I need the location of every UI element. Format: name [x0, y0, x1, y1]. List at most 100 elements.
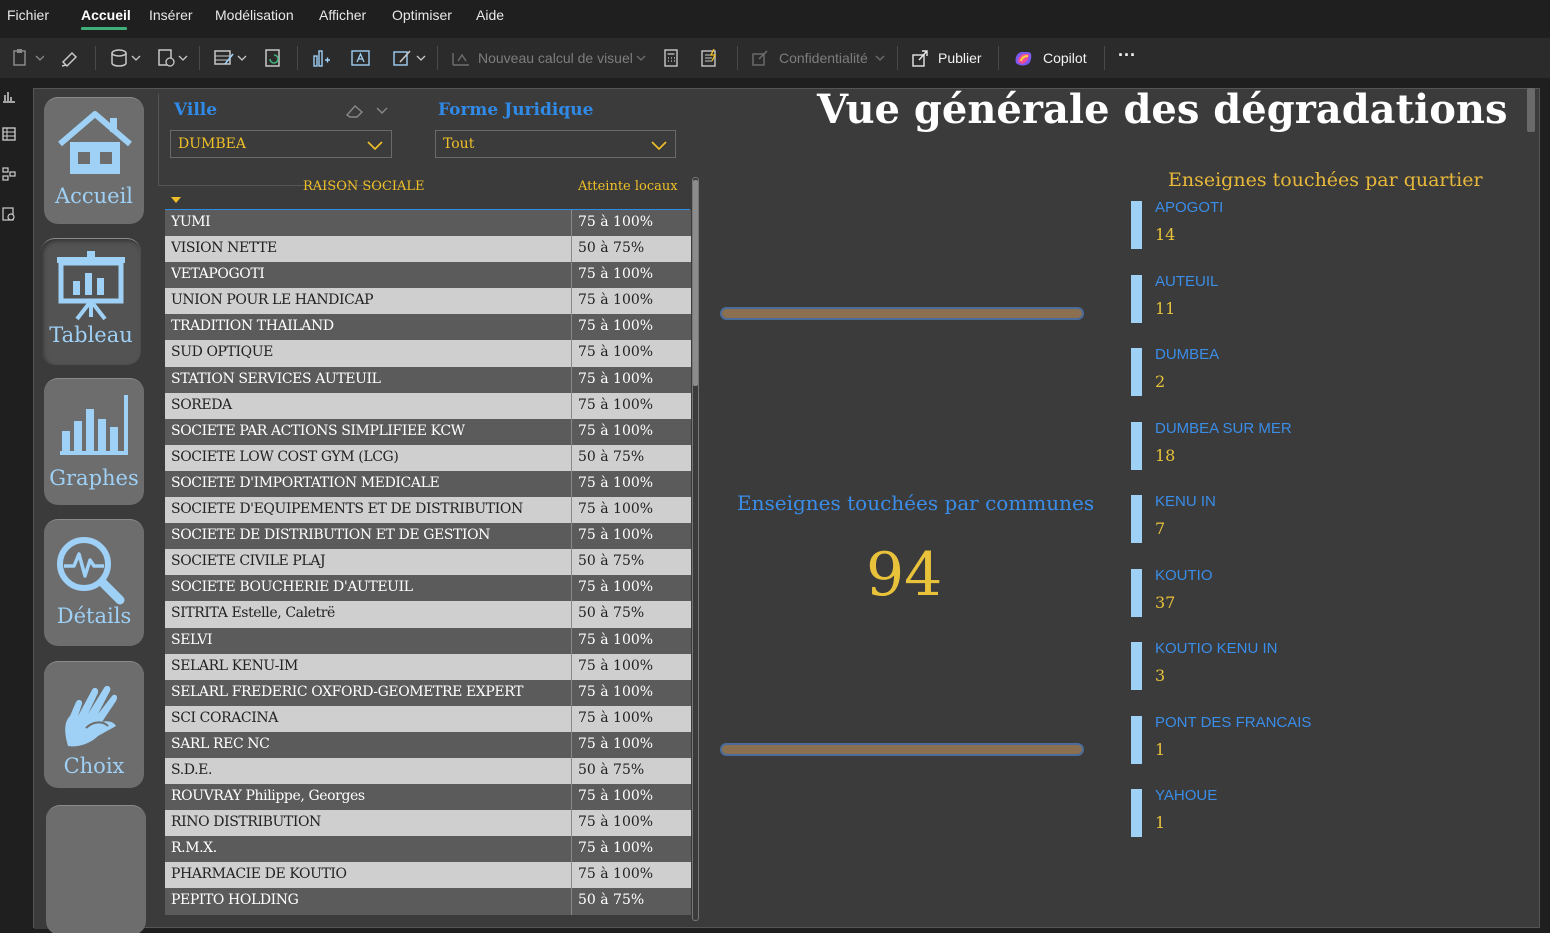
table-row[interactable]: TRADITION THAILAND 75 à 100%	[165, 314, 691, 341]
header-atteinte-locaux[interactable]: Atteinte locaux	[578, 179, 678, 194]
table-row[interactable]: VISION NETTE 50 à 75%	[165, 236, 691, 263]
table-row[interactable]: SELARL FREDERIC OXFORD-GEOMETRE EXPERT 75…	[165, 679, 691, 706]
table-row[interactable]: SOCIETE D'IMPORTATION MEDICALE 75 à 100%	[165, 470, 691, 498]
district-item[interactable]: YAHOUE 1	[1131, 787, 1431, 839]
table-row[interactable]: SCI CORACINA 75 à 100%	[165, 705, 691, 732]
sort-descending-icon[interactable]	[171, 197, 181, 203]
nav-table-button[interactable]: Tableau	[41, 238, 141, 365]
paste-icon[interactable]	[12, 48, 44, 68]
cell-raison-sociale: PHARMACIE DE KOUTIO	[171, 866, 347, 883]
dax-query-view-icon[interactable]	[2, 206, 16, 221]
cell-atteinte-locaux: 75 à 100%	[578, 474, 654, 491]
toolbar-separator	[998, 46, 999, 70]
table-row[interactable]: ROUVRAY Philippe, Georges 75 à 100%	[165, 784, 691, 811]
cell-atteinte-locaux: 75 à 100%	[578, 422, 654, 439]
refresh-icon[interactable]	[264, 48, 284, 68]
district-item[interactable]: DUMBEA SUR MER 18	[1131, 420, 1431, 472]
cell-raison-sociale: YUMI	[171, 214, 211, 230]
table-row[interactable]: YUMI 75 à 100%	[165, 210, 691, 237]
more-options-button[interactable]: ···	[1118, 45, 1136, 66]
publish-icon[interactable]	[910, 48, 930, 68]
table-row[interactable]: SOCIETE BOUCHERIE D'AUTEUIL 75 à 100%	[165, 575, 691, 602]
column-divider	[571, 288, 572, 315]
nav-details-button[interactable]: Détails	[44, 519, 144, 646]
table-row[interactable]: SITRITA Estelle, Caletrë 50 à 75%	[165, 601, 691, 628]
canvas-scrollbar[interactable]	[1527, 88, 1535, 132]
district-item[interactable]: PONT DES FRANCAIS 1	[1131, 714, 1431, 766]
companies-table: RAISON SOCIALE Atteinte locaux YUMI 75 à …	[165, 175, 703, 921]
table-row[interactable]: SELVI 75 à 100%	[165, 627, 691, 654]
table-row[interactable]: RINO DISTRIBUTION 75 à 100%	[165, 810, 691, 837]
table-row[interactable]: SOCIETE D'EQUIPEMENTS ET DE DISTRIBUTION…	[165, 497, 691, 524]
cell-raison-sociale: SOCIETE LOW COST GYM (LCG)	[171, 448, 399, 465]
more-visuals-icon[interactable]	[392, 48, 428, 68]
district-item[interactable]: DUMBEA 2	[1131, 346, 1431, 398]
district-item[interactable]: KENU IN 7	[1131, 493, 1431, 545]
model-view-icon[interactable]	[2, 166, 16, 181]
menu-aide[interactable]: Aide	[476, 7, 504, 23]
district-item[interactable]: KOUTIO KENU IN 3	[1131, 640, 1431, 692]
district-bar	[1131, 421, 1142, 470]
table-row[interactable]: PHARMACIE DE KOUTIO 75 à 100%	[165, 862, 691, 889]
nav-charts-button[interactable]: Graphes	[44, 378, 144, 505]
eraser-icon[interactable]	[345, 103, 365, 123]
table-row[interactable]: SELARL KENU-IM 75 à 100%	[165, 653, 691, 680]
city-dropdown[interactable]: DUMBEA	[170, 130, 392, 158]
table-row[interactable]: SOCIETE CIVILE PLAJ 50 à 75%	[165, 549, 691, 576]
navigation-panel: Accueil Tableau Graphes Détails Choix	[34, 89, 146, 933]
text-box-icon[interactable]	[350, 48, 372, 68]
copilot-button[interactable]: Copilot	[1043, 50, 1087, 66]
nav-empty-button[interactable]	[46, 805, 146, 933]
active-tab-indicator	[81, 27, 127, 30]
menu-modelisation[interactable]: Modélisation	[215, 7, 294, 23]
district-item[interactable]: AUTEUIL 11	[1131, 273, 1431, 325]
header-raison-sociale[interactable]: RAISON SOCIALE	[303, 179, 425, 194]
table-row[interactable]: SOCIETE PAR ACTIONS SIMPLIFIEE KCW 75 à 1…	[165, 418, 691, 445]
nav-home-button[interactable]: Accueil	[44, 97, 144, 224]
transform-data-icon[interactable]	[213, 48, 249, 68]
district-item[interactable]: KOUTIO 37	[1131, 567, 1431, 619]
calculator-icon[interactable]	[663, 48, 681, 68]
district-name: YAHOUE	[1155, 787, 1218, 804]
cell-atteinte-locaux: 75 à 100%	[578, 292, 654, 309]
table-row[interactable]: SOCIETE LOW COST GYM (LCG) 50 à 75%	[165, 444, 691, 471]
table-row[interactable]: SUD OPTIQUE 75 à 100%	[165, 340, 691, 367]
menu-afficher[interactable]: Afficher	[319, 7, 366, 23]
get-data-icon[interactable]	[110, 48, 144, 68]
cell-atteinte-locaux: 50 à 75%	[578, 553, 645, 570]
cell-raison-sociale: STATION SERVICES AUTEUIL	[171, 370, 381, 387]
table-row[interactable]: SOREDA 75 à 100%	[165, 392, 691, 419]
menu-fichier[interactable]: Fichier	[7, 7, 49, 23]
table-row[interactable]: S.D.E. 50 à 75%	[165, 757, 691, 785]
copilot-icon[interactable]	[1012, 48, 1034, 68]
table-row[interactable]: VETAPOGOTI 75 à 100%	[165, 262, 691, 289]
district-name: PONT DES FRANCAIS	[1155, 713, 1312, 731]
column-divider	[571, 601, 572, 628]
district-item[interactable]: APOGOTI 14	[1131, 199, 1431, 251]
publish-button[interactable]: Publier	[938, 50, 982, 66]
visual-calculation-icon	[450, 48, 472, 68]
cell-atteinte-locaux: 50 à 75%	[578, 605, 645, 622]
table-row[interactable]: R.M.X. 75 à 100%	[165, 836, 691, 863]
quick-measure-icon[interactable]	[700, 48, 720, 68]
legal-form-dropdown[interactable]: Tout	[435, 130, 676, 158]
format-painter-icon[interactable]	[60, 48, 80, 68]
table-row[interactable]: STATION SERVICES AUTEUIL 75 à 100%	[165, 366, 691, 393]
new-visual-icon[interactable]	[311, 48, 331, 68]
table-row[interactable]: UNION POUR LE HANDICAP 75 à 100%	[165, 288, 691, 315]
cell-atteinte-locaux: 75 à 100%	[578, 735, 654, 752]
report-view-icon[interactable]	[2, 88, 16, 103]
table-view-icon[interactable]	[2, 126, 16, 141]
table-row[interactable]: SOCIETE DE DISTRIBUTION ET DE GESTION 75 …	[165, 523, 691, 550]
chevron-down-icon[interactable]	[375, 103, 389, 122]
menu-optimiser[interactable]: Optimiser	[392, 7, 452, 23]
nav-choice-button[interactable]: Choix	[44, 661, 144, 788]
district-count: 18	[1155, 445, 1176, 465]
menu-inserer[interactable]: Insérer	[149, 7, 193, 23]
column-divider	[571, 366, 572, 393]
table-row[interactable]: PEPITO HOLDING 50 à 75%	[165, 888, 691, 915]
table-scrollbar-thumb[interactable]	[693, 180, 698, 386]
recent-sources-icon[interactable]	[157, 48, 191, 68]
table-row[interactable]: SARL REC NC 75 à 100%	[165, 731, 691, 758]
menu-accueil[interactable]: Accueil	[81, 7, 131, 23]
